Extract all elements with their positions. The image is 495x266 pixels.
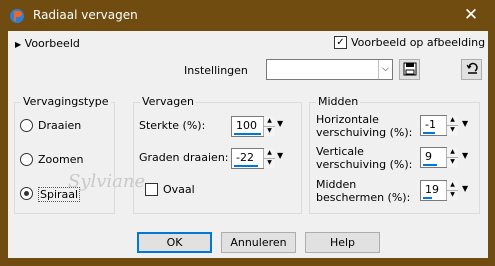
triangle-right-icon: ▶ (15, 40, 22, 49)
radio-draaien[interactable] (20, 119, 33, 132)
center-group-title: Midden (316, 95, 361, 108)
close-icon[interactable]: ✕ (453, 2, 489, 28)
spin-down-icon[interactable]: ▼ (447, 126, 458, 136)
h-offset-dropdown-icon[interactable]: ▼ (462, 119, 468, 128)
twist-input[interactable]: -22 ▲ ▼ (231, 148, 275, 169)
protect-input[interactable]: 19 ▲ ▼ (420, 180, 458, 201)
save-preset-button[interactable] (399, 59, 420, 80)
strength-label: Sterkte (%): (139, 119, 206, 132)
settings-select[interactable]: ⌵ (266, 59, 393, 80)
oval-checkbox[interactable] (145, 183, 158, 196)
radio-draaien-label: Draaien (38, 119, 82, 132)
preview-on-image-label: Voorbeeld op afbeelding (351, 36, 486, 49)
oval-label: Ovaal (163, 183, 195, 196)
preview-on-image-checkbox[interactable]: ✓ (334, 36, 347, 49)
protect-slider-bar (423, 197, 432, 199)
window-title: Radiaal vervagen (33, 8, 138, 22)
chevron-down-icon[interactable]: ⌵ (378, 60, 392, 79)
spin-down-icon[interactable]: ▼ (264, 159, 275, 169)
protect-label-1: Midden (316, 178, 357, 191)
spin-down-icon[interactable]: ▼ (264, 127, 275, 137)
h-offset-label-2: verschuiving (%): (316, 126, 413, 139)
dialog-body: ▶ Voorbeeld ✓ Voorbeeld op afbeelding In… (8, 31, 488, 258)
twist-slider-bar (234, 165, 258, 167)
v-offset-spinner[interactable]: ▲ ▼ (446, 148, 458, 167)
radio-spiraal[interactable] (20, 187, 33, 200)
reset-button[interactable] (461, 59, 482, 80)
v-offset-label-2: verschuiving (%): (316, 158, 413, 171)
protect-label-2: beschermen (%): (316, 191, 411, 204)
center-group: Midden Horizontale verschuiving (%): -1 … (309, 95, 480, 214)
floppy-icon (403, 62, 417, 79)
twist-label: Graden draaien: (139, 151, 229, 164)
strength-spinner[interactable]: ▲ ▼ (263, 117, 275, 136)
spin-up-icon[interactable]: ▲ (264, 149, 275, 159)
v-offset-input[interactable]: 9 ▲ ▼ (420, 147, 458, 168)
radio-zoomen-label: Zoomen (38, 153, 84, 166)
settings-label: Instellingen (184, 64, 248, 77)
spin-up-icon[interactable]: ▲ (447, 181, 458, 191)
v-offset-dropdown-icon[interactable]: ▼ (462, 151, 468, 160)
twist-dropdown-icon[interactable]: ▼ (277, 151, 283, 160)
h-offset-input[interactable]: -1 ▲ ▼ (420, 115, 458, 136)
v-offset-slider-bar (423, 164, 437, 166)
strength-dropdown-icon[interactable]: ▼ (277, 119, 283, 128)
strength-input[interactable]: 100 ▲ ▼ (231, 116, 275, 137)
preview-label: Voorbeeld (24, 37, 80, 50)
spin-down-icon[interactable]: ▼ (447, 158, 458, 168)
blur-group-title: Vervagen (140, 95, 196, 108)
v-offset-label-1: Verticale (316, 145, 364, 158)
ok-button[interactable]: OK (137, 232, 212, 253)
help-button[interactable]: Help (305, 232, 380, 253)
h-offset-slider-bar (423, 132, 435, 134)
h-offset-spinner[interactable]: ▲ ▼ (446, 116, 458, 135)
dialog-window: Radiaal vervagen ✕ ▶ Voorbeeld ✓ Voorbee… (0, 0, 495, 266)
watermark-signature: Sylviane (68, 171, 146, 192)
blur-type-title: Vervagingstype (21, 95, 111, 108)
blur-group: Vervagen Sterkte (%): 100 ▲ ▼ ▼ Graden d… (133, 95, 302, 214)
spin-up-icon[interactable]: ▲ (447, 148, 458, 158)
spin-down-icon[interactable]: ▼ (447, 191, 458, 201)
spin-up-icon[interactable]: ▲ (447, 116, 458, 126)
title-bar[interactable]: Radiaal vervagen ✕ (0, 0, 495, 31)
reset-icon (465, 62, 479, 79)
protect-spinner[interactable]: ▲ ▼ (446, 181, 458, 200)
cancel-button[interactable]: Annuleren (221, 232, 296, 253)
protect-dropdown-icon[interactable]: ▼ (462, 184, 468, 193)
h-offset-label-1: Horizontale (316, 113, 379, 126)
twist-spinner[interactable]: ▲ ▼ (263, 149, 275, 168)
radio-zoomen[interactable] (20, 153, 33, 166)
app-icon (9, 8, 25, 24)
strength-slider-bar (234, 133, 261, 135)
blur-type-group: Vervagingstype Draaien Zoomen Spiraal (14, 95, 115, 214)
preview-toggle[interactable]: ▶ Voorbeeld (15, 37, 80, 50)
spin-up-icon[interactable]: ▲ (264, 117, 275, 127)
